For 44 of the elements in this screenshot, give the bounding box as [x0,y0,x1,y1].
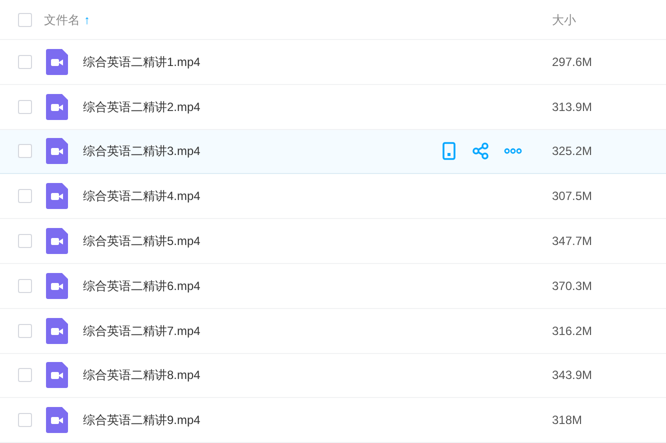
file-size: 343.9M [552,367,594,384]
checkbox[interactable] [18,54,32,69]
checkbox[interactable] [18,324,32,338]
file-size: 313.9M [552,98,594,116]
file-name[interactable]: 综合英语二精讲2.mp4 [83,98,200,116]
file-name[interactable]: 综合英语二精讲8.mp4 [83,366,200,384]
video-file-icon [46,138,68,164]
file-row[interactable]: 综合英语二精讲3.mp4 325.2M [0,130,666,174]
file-name[interactable]: 综合英语二精讲7.mp4 [83,322,200,340]
file-size: 347.7M [552,233,594,250]
video-file-icon [46,407,68,434]
file-size: 325.2M [552,143,594,160]
file-size: 318M [552,412,584,430]
file-size: 297.6M [552,54,594,71]
file-size: 316.2M [552,322,594,340]
share-icon[interactable] [472,142,490,160]
video-file-icon [46,48,68,75]
file-name[interactable]: 综合英语二精讲9.mp4 [83,411,200,430]
video-file-icon [46,228,68,254]
file-name[interactable]: 综合英语二精讲5.mp4 [83,232,200,250]
file-size: 370.3M [552,278,594,295]
file-size: 307.5M [552,188,594,206]
video-file-icon [46,94,68,120]
checkbox[interactable] [18,278,32,293]
video-file-icon [46,272,68,299]
checkbox[interactable] [18,413,32,428]
checkbox[interactable] [18,234,32,248]
file-name[interactable]: 综合英语二精讲6.mp4 [83,276,200,295]
file-row[interactable]: 综合英语二精讲8.mp4 343.9M [0,354,666,398]
more-icon[interactable] [504,148,522,154]
video-file-icon [46,362,68,388]
phone-icon[interactable] [440,142,458,160]
column-header[interactable]: 文件名 [44,10,80,28]
checkbox[interactable] [18,189,32,204]
video-file-icon [46,183,68,210]
file-name[interactable]: 综合英语二精讲3.mp4 [83,142,200,160]
file-name[interactable]: 综合英语二精讲4.mp4 [83,187,200,206]
checkbox[interactable] [18,100,32,114]
checkbox[interactable] [18,12,32,26]
column-header[interactable]: 大小 [552,10,666,28]
checkbox[interactable] [18,368,32,382]
checkbox[interactable] [18,144,32,158]
file-name[interactable]: 综合英语二精讲1.mp4 [83,52,200,71]
video-file-icon [46,318,68,344]
